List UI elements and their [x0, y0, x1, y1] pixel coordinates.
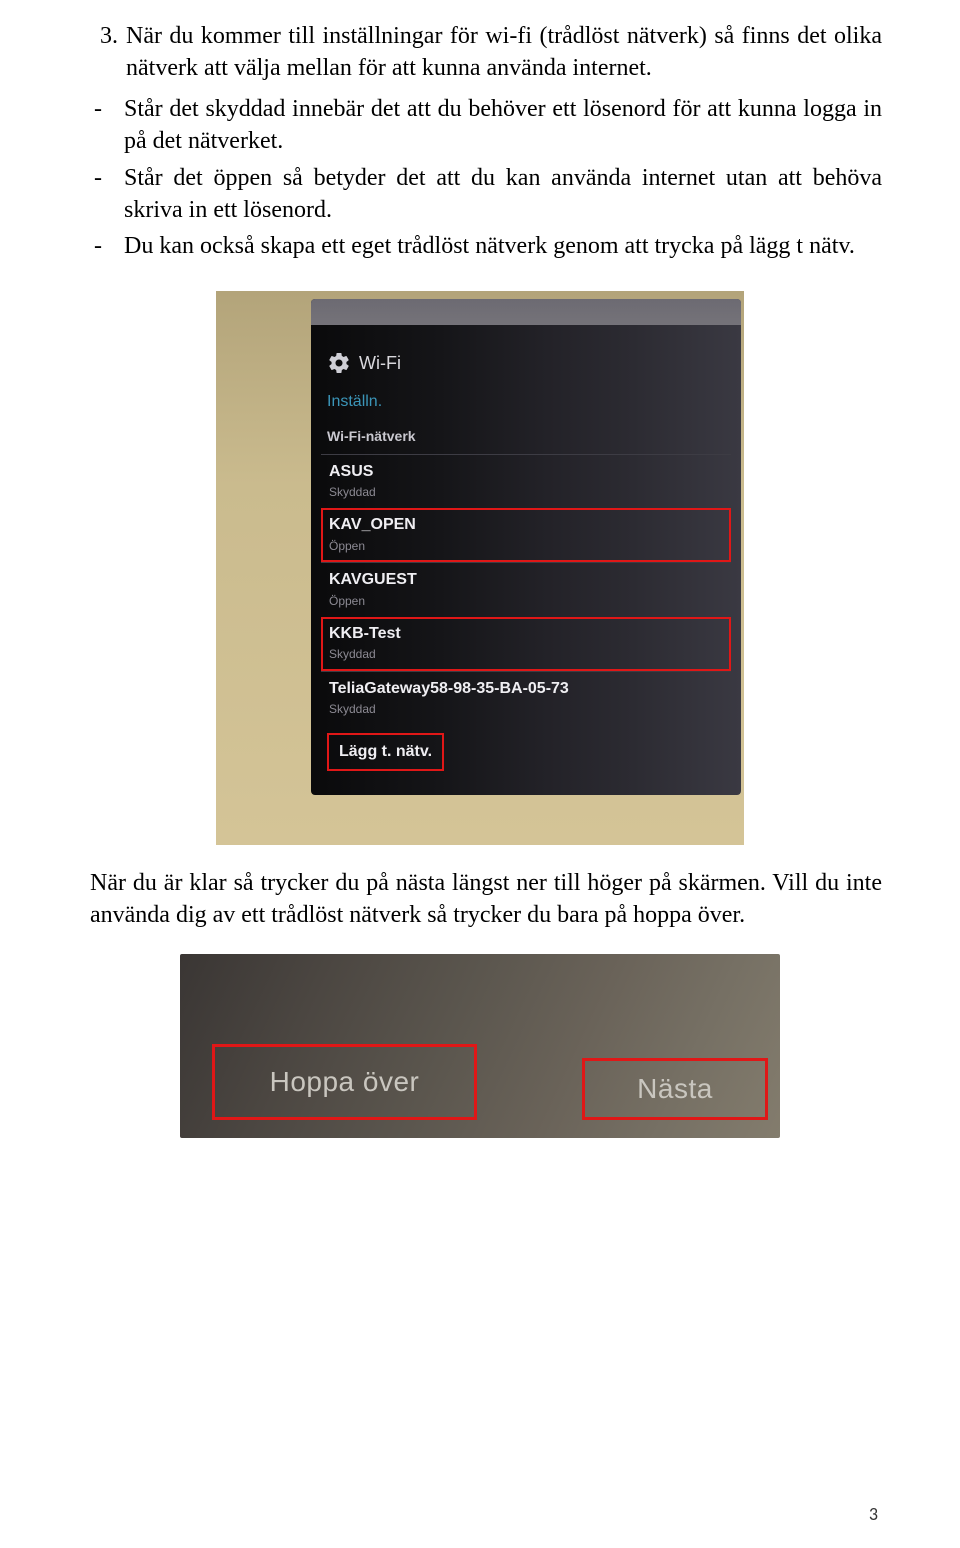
bullet-list: - Står det skyddad innebär det att du be… — [94, 93, 882, 263]
step-text: När du kommer till inställningar för wi-… — [126, 20, 882, 85]
network-status: Skyddad — [329, 646, 723, 662]
bullet-item: - Du kan också skapa ett eget trådlöst n… — [94, 230, 882, 262]
skip-button[interactable]: Hoppa över — [212, 1044, 477, 1120]
step-number: 3. — [78, 20, 126, 85]
network-item-kkbtest[interactable]: KKB-Test Skyddad — [321, 617, 731, 671]
install-link[interactable]: Inställn. — [321, 383, 731, 423]
dash: - — [94, 230, 124, 262]
network-name: TeliaGateway58-98-35-BA-05-73 — [329, 678, 723, 700]
bullet-item: - Står det skyddad innebär det att du be… — [94, 93, 882, 158]
next-button[interactable]: Nästa — [582, 1058, 768, 1120]
dash: - — [94, 93, 124, 158]
gear-icon — [327, 351, 351, 375]
network-name: KKB-Test — [329, 623, 723, 645]
network-name: KAV_OPEN — [329, 514, 723, 536]
numbered-step: 3. När du kommer till inställningar för … — [78, 20, 882, 85]
network-item-kavopen[interactable]: KAV_OPEN Öppen — [321, 508, 731, 562]
wifi-title: Wi-Fi — [359, 351, 401, 375]
phone-photo: Wi-Fi Inställn. Wi-Fi-nätverk ASUS Skydd… — [216, 291, 744, 845]
network-item-kavguest[interactable]: KAVGUEST Öppen — [321, 562, 731, 617]
network-status: Öppen — [329, 593, 723, 609]
add-network-button[interactable]: Lägg t. nätv. — [327, 733, 444, 771]
dash: - — [94, 162, 124, 227]
bullet-text: Står det skyddad innebär det att du behö… — [124, 93, 882, 158]
lower-paragraph: När du är klar så trycker du på nästa lä… — [78, 867, 882, 932]
section-label: Wi-Fi-nätverk — [321, 423, 731, 454]
network-status: Skyddad — [329, 484, 723, 500]
network-item-telia[interactable]: TeliaGateway58-98-35-BA-05-73 Skyddad — [321, 671, 731, 726]
page-number: 3 — [869, 1502, 878, 1526]
bullet-text: Du kan också skapa ett eget trådlöst nät… — [124, 230, 882, 262]
wifi-header: Wi-Fi — [321, 349, 731, 377]
button-photo: Hoppa över Nästa — [180, 954, 780, 1138]
network-item-asus[interactable]: ASUS Skyddad — [321, 454, 731, 509]
network-name: KAVGUEST — [329, 569, 723, 591]
network-name: ASUS — [329, 461, 723, 483]
network-status: Skyddad — [329, 701, 723, 717]
phone-screen: Wi-Fi Inställn. Wi-Fi-nätverk ASUS Skydd… — [311, 299, 741, 795]
phone-bezel-top — [311, 299, 741, 325]
lower-text: När du är klar så trycker du på nästa lä… — [90, 867, 882, 932]
bullet-text: Står det öppen så betyder det att du kan… — [124, 162, 882, 227]
network-status: Öppen — [329, 538, 723, 554]
bullet-item: - Står det öppen så betyder det att du k… — [94, 162, 882, 227]
